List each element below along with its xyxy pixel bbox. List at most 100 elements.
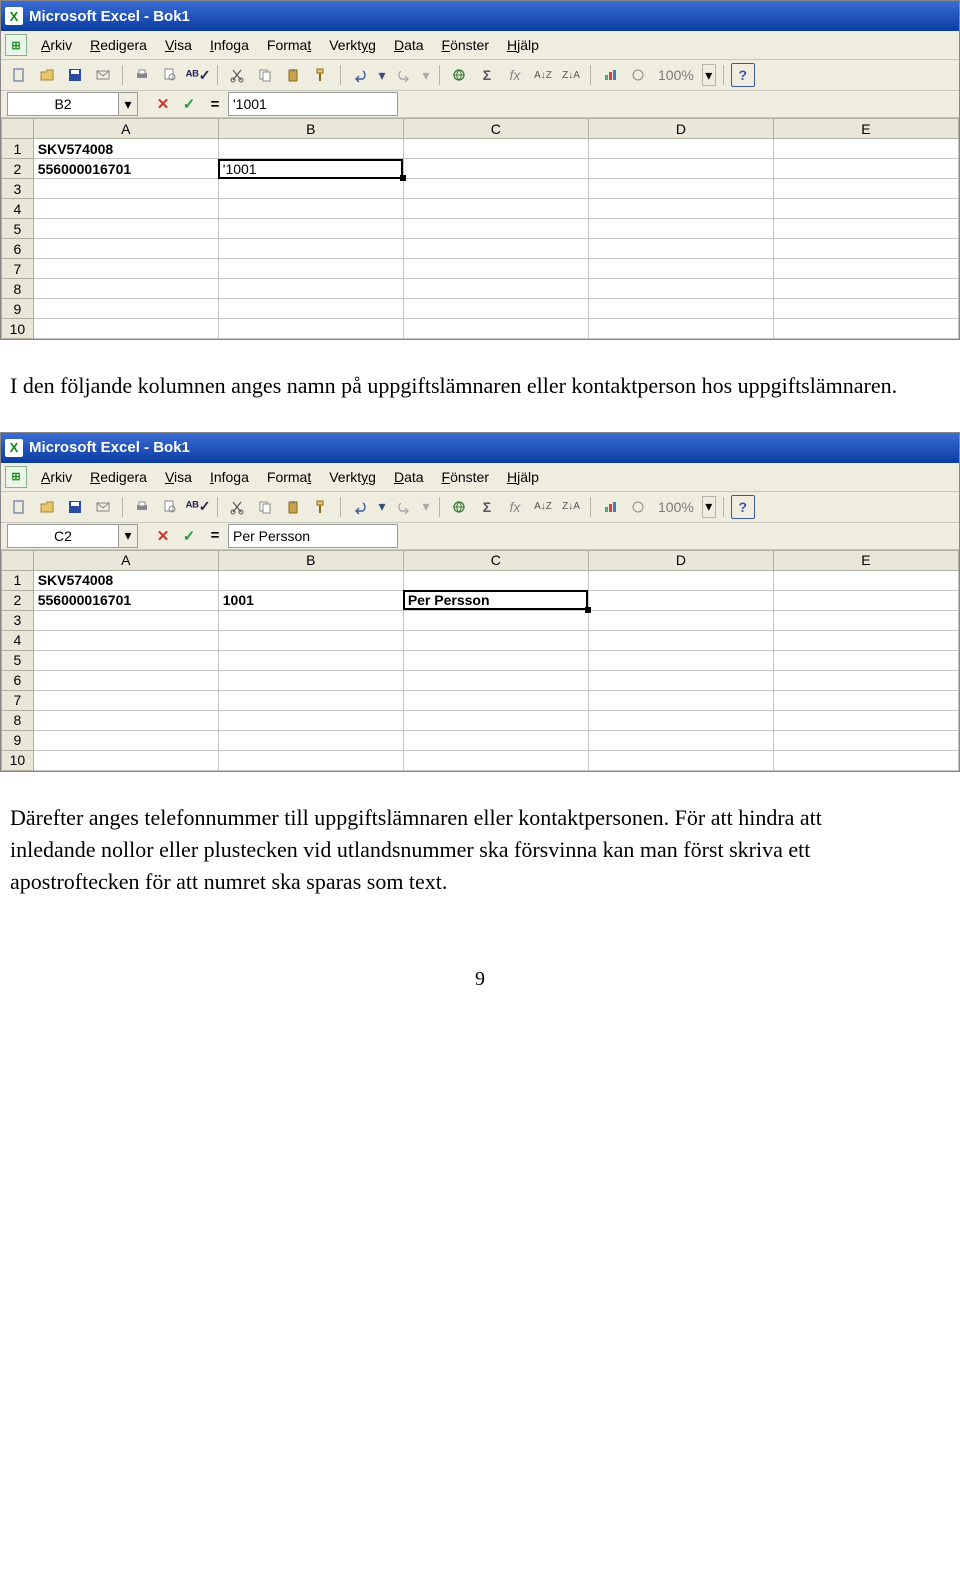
cell[interactable]: 556000016701 bbox=[33, 159, 218, 179]
save-icon[interactable] bbox=[63, 495, 87, 519]
spreadsheet-grid[interactable]: A B C D E 1SKV574008 25560000167011001Pe… bbox=[1, 550, 959, 771]
cell[interactable] bbox=[403, 179, 588, 199]
confirm-edit-icon[interactable]: ✓ bbox=[178, 525, 200, 547]
save-icon[interactable] bbox=[63, 63, 87, 87]
cell[interactable] bbox=[403, 730, 588, 750]
cell[interactable] bbox=[403, 630, 588, 650]
col-header[interactable]: E bbox=[773, 119, 958, 139]
map-icon[interactable] bbox=[626, 495, 650, 519]
cell[interactable] bbox=[588, 259, 773, 279]
print-icon[interactable] bbox=[130, 495, 154, 519]
cell[interactable] bbox=[403, 279, 588, 299]
cell[interactable] bbox=[403, 710, 588, 730]
row-header[interactable]: 3 bbox=[2, 610, 34, 630]
cell[interactable] bbox=[403, 319, 588, 339]
cell[interactable] bbox=[773, 690, 958, 710]
cell[interactable] bbox=[588, 590, 773, 610]
cell[interactable] bbox=[403, 259, 588, 279]
map-icon[interactable] bbox=[626, 63, 650, 87]
col-header[interactable]: C bbox=[403, 550, 588, 570]
col-header[interactable]: E bbox=[773, 550, 958, 570]
cell[interactable] bbox=[218, 750, 403, 770]
cell[interactable] bbox=[773, 219, 958, 239]
cell[interactable] bbox=[773, 299, 958, 319]
cell[interactable] bbox=[218, 630, 403, 650]
menu-format[interactable]: Format bbox=[259, 467, 319, 487]
cell[interactable] bbox=[33, 199, 218, 219]
equals-icon[interactable]: = bbox=[204, 525, 226, 547]
cell[interactable] bbox=[773, 279, 958, 299]
cell[interactable] bbox=[33, 179, 218, 199]
preview-icon[interactable] bbox=[158, 63, 182, 87]
name-box[interactable]: C2 bbox=[7, 524, 119, 548]
cell[interactable] bbox=[218, 279, 403, 299]
cell[interactable] bbox=[33, 690, 218, 710]
sort-asc-icon[interactable]: A↓Z bbox=[531, 63, 555, 87]
cell[interactable] bbox=[773, 159, 958, 179]
cell[interactable] bbox=[218, 139, 403, 159]
cell[interactable] bbox=[403, 570, 588, 590]
name-dropdown-icon[interactable]: ▾ bbox=[119, 524, 138, 548]
formula-input[interactable]: '1001 bbox=[228, 92, 398, 116]
preview-icon[interactable] bbox=[158, 495, 182, 519]
row-header[interactable]: 10 bbox=[2, 319, 34, 339]
chart-icon[interactable] bbox=[598, 495, 622, 519]
cell[interactable] bbox=[403, 750, 588, 770]
menu-verktyg[interactable]: Verktyg bbox=[321, 35, 384, 55]
equals-icon[interactable]: = bbox=[204, 93, 226, 115]
row-header[interactable]: 6 bbox=[2, 670, 34, 690]
select-all[interactable] bbox=[2, 550, 34, 570]
col-header[interactable]: A bbox=[33, 550, 218, 570]
cell[interactable] bbox=[33, 630, 218, 650]
menu-infoga[interactable]: Infoga bbox=[202, 467, 257, 487]
col-header[interactable]: D bbox=[588, 550, 773, 570]
cell[interactable]: SKV574008 bbox=[33, 570, 218, 590]
cell[interactable] bbox=[773, 750, 958, 770]
cell[interactable] bbox=[403, 239, 588, 259]
cancel-edit-icon[interactable]: ✕ bbox=[152, 525, 174, 547]
cell[interactable] bbox=[773, 590, 958, 610]
cell[interactable] bbox=[218, 319, 403, 339]
cell[interactable] bbox=[588, 670, 773, 690]
row-header[interactable]: 3 bbox=[2, 179, 34, 199]
cell[interactable] bbox=[588, 219, 773, 239]
cell[interactable] bbox=[403, 159, 588, 179]
redo-dd-icon[interactable]: ▾ bbox=[420, 63, 432, 87]
cell[interactable] bbox=[33, 239, 218, 259]
cell[interactable] bbox=[588, 199, 773, 219]
cell[interactable] bbox=[218, 299, 403, 319]
cell[interactable] bbox=[588, 159, 773, 179]
cancel-edit-icon[interactable]: ✕ bbox=[152, 93, 174, 115]
spreadsheet-grid[interactable]: A B C D E 1SKV574008 2556000016701'1001 … bbox=[1, 118, 959, 339]
menu-redigera[interactable]: Redigera bbox=[82, 467, 155, 487]
row-header[interactable]: 2 bbox=[2, 159, 34, 179]
sort-desc-icon[interactable]: Z↓A bbox=[559, 63, 583, 87]
cell[interactable] bbox=[33, 319, 218, 339]
mail-icon[interactable] bbox=[91, 63, 115, 87]
paste-icon[interactable] bbox=[281, 63, 305, 87]
cell[interactable] bbox=[218, 570, 403, 590]
row-header[interactable]: 4 bbox=[2, 199, 34, 219]
autosum-icon[interactable]: Σ bbox=[475, 63, 499, 87]
cell[interactable] bbox=[773, 730, 958, 750]
cell[interactable] bbox=[588, 650, 773, 670]
fx-icon[interactable]: fx bbox=[503, 495, 527, 519]
zoom-dropdown-icon[interactable]: ▾ bbox=[702, 496, 716, 518]
row-header[interactable]: 7 bbox=[2, 259, 34, 279]
cell[interactable] bbox=[773, 570, 958, 590]
cell[interactable]: SKV574008 bbox=[33, 139, 218, 159]
cell[interactable] bbox=[403, 670, 588, 690]
cell[interactable] bbox=[218, 690, 403, 710]
cell[interactable] bbox=[218, 219, 403, 239]
menu-fonster[interactable]: Fönster bbox=[434, 35, 497, 55]
menu-visa[interactable]: Visa bbox=[157, 467, 200, 487]
cell[interactable] bbox=[773, 139, 958, 159]
mail-icon[interactable] bbox=[91, 495, 115, 519]
cell[interactable] bbox=[588, 279, 773, 299]
row-header[interactable]: 1 bbox=[2, 570, 34, 590]
spellcheck-icon[interactable]: ᴬᴮ✓ bbox=[186, 63, 210, 87]
menu-data[interactable]: Data bbox=[386, 35, 432, 55]
menu-hjalp[interactable]: Hjälp bbox=[499, 35, 547, 55]
cell[interactable] bbox=[403, 650, 588, 670]
col-header[interactable]: D bbox=[588, 119, 773, 139]
